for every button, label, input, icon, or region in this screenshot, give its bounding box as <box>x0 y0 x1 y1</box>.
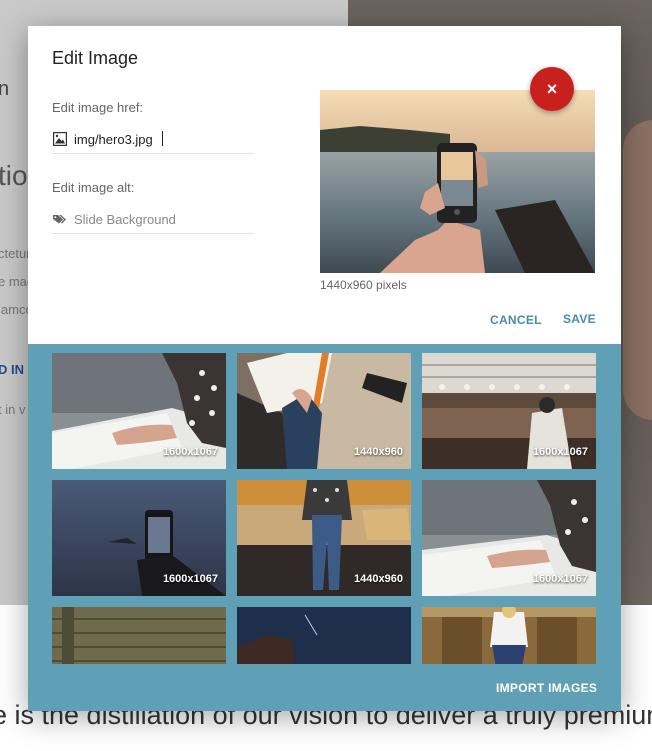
tags-icon <box>53 215 66 224</box>
gallery-thumbnail[interactable]: 1600x1067 <box>52 353 226 469</box>
alt-input[interactable] <box>74 209 252 229</box>
gallery-thumbnail[interactable]: 1600x1067 <box>52 480 226 596</box>
thumbnail-image <box>52 607 226 664</box>
gallery-thumbnail[interactable]: 1440x960 <box>237 480 411 596</box>
gallery-thumbnail[interactable] <box>52 607 226 664</box>
thumbnail-dimensions: 1600x1067 <box>532 573 588 585</box>
thumbnail-image <box>422 607 596 664</box>
import-images-button[interactable]: IMPORT IMAGES <box>496 681 597 695</box>
modal-form-panel: Edit Image Edit image href: Edit image a… <box>28 26 621 344</box>
thumbnail-dimensions: 1600x1067 <box>162 446 218 458</box>
cancel-button[interactable]: CANCEL <box>490 313 542 327</box>
gallery-thumbnail[interactable]: 1440x960 <box>237 353 411 469</box>
thumbnail-dimensions: 1440x960 <box>354 573 403 585</box>
background-text-fragment: t in v <box>0 402 26 417</box>
href-input[interactable] <box>74 129 252 149</box>
gallery-thumbnail[interactable]: 1600x1067 <box>422 353 596 469</box>
image-preview <box>320 90 595 273</box>
gallery-thumbnail[interactable] <box>422 607 596 664</box>
text-caret <box>162 131 163 146</box>
href-label: Edit image href: <box>52 100 144 115</box>
background-link-fragment[interactable]: D IN <box>0 362 24 377</box>
modal-title: Edit Image <box>52 48 139 68</box>
image-icon <box>53 132 67 146</box>
preview-dimensions: 1440x960 pixels <box>320 278 407 292</box>
thumbnail-dimensions: 1600x1067 <box>532 446 588 458</box>
edit-image-modal: Edit Image Edit image href: Edit image a… <box>28 26 621 711</box>
href-field[interactable] <box>52 126 254 154</box>
gallery-thumbnail[interactable]: 1600x1067 <box>422 480 596 596</box>
thumbnail-dimensions: 1600x1067 <box>162 573 218 585</box>
background-text-fragment: n <box>0 78 10 100</box>
close-icon: × <box>546 79 558 99</box>
image-gallery: 1600x1067 1440x960 1600x1067 1600x1067 1… <box>52 353 597 664</box>
save-button[interactable]: SAVE <box>563 312 596 326</box>
close-button[interactable]: × <box>530 67 574 111</box>
gallery-thumbnail[interactable] <box>237 607 411 664</box>
thumbnail-image <box>237 607 411 664</box>
thumbnail-dimensions: 1440x960 <box>354 446 403 458</box>
alt-field[interactable] <box>52 206 254 234</box>
alt-label: Edit image alt: <box>52 180 135 195</box>
